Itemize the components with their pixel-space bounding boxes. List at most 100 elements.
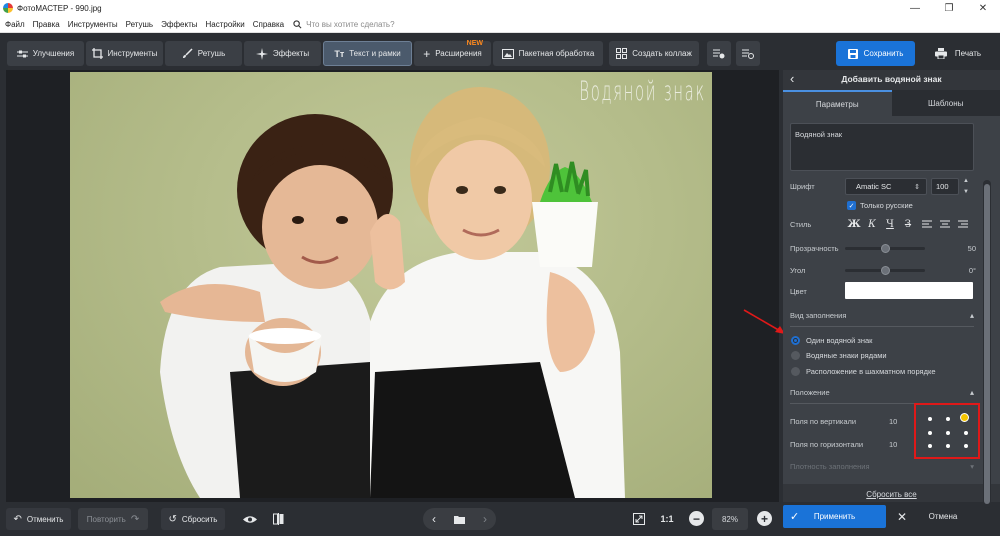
preview-toggle-button[interactable] — [238, 508, 262, 530]
radio-selected-icon[interactable] — [791, 336, 800, 345]
compare-settings-button[interactable] — [707, 41, 731, 66]
main-toolbar: Улучшения Инструменты Ретушь Эффекты Tт … — [0, 34, 1000, 70]
position-middle-right[interactable] — [964, 431, 968, 435]
undo-button[interactable]: ↶ Отменить — [6, 508, 71, 530]
fill-option-checkerboard[interactable]: Расположение в шахматном порядке — [791, 367, 936, 376]
density-label: Плотность заполнения — [790, 462, 870, 471]
redo-button[interactable]: Повторить ↷ — [78, 508, 148, 530]
align-right-icon[interactable] — [958, 220, 968, 229]
position-bottom-left[interactable] — [928, 444, 932, 448]
tab-improvements[interactable]: Улучшения — [7, 41, 84, 66]
tab-templates[interactable]: Шаблоны — [891, 90, 1000, 116]
align-center-icon[interactable] — [940, 220, 950, 229]
chevron-down-icon[interactable]: ▼ — [963, 189, 969, 195]
tab-extensions-label: Расширения — [435, 49, 482, 58]
image-stack-icon — [501, 48, 514, 59]
align-left-icon[interactable] — [922, 220, 932, 229]
previous-image-icon[interactable]: ‹ — [432, 512, 436, 526]
tab-extensions[interactable]: + Расширения NEW — [414, 40, 491, 66]
panel-scrollbar[interactable] — [983, 180, 991, 508]
chevron-up-icon[interactable]: ▲ — [963, 178, 969, 184]
menu-file[interactable]: Файл — [0, 20, 28, 29]
zoom-out-button[interactable]: − — [689, 511, 704, 526]
opacity-slider[interactable] — [845, 244, 925, 253]
tab-retouch[interactable]: Ретушь — [165, 41, 242, 66]
watermark-text-input[interactable]: Водяной знак — [790, 123, 974, 171]
font-size-stepper[interactable]: ▲ ▼ — [961, 178, 971, 195]
angle-slider[interactable] — [845, 266, 925, 275]
folder-icon[interactable] — [454, 515, 465, 524]
back-arrow-icon[interactable]: ‹ — [790, 72, 794, 85]
plus-icon: + — [760, 511, 768, 526]
position-top-right[interactable] — [960, 413, 969, 422]
angle-slider-knob[interactable] — [881, 266, 890, 275]
batch-processing-button[interactable]: Пакетная обработка — [493, 41, 603, 66]
position-section[interactable]: Положение ▴ — [790, 388, 974, 397]
font-select-value: Amatic SC — [856, 182, 892, 191]
checkbox-checked-icon[interactable]: ✓ — [847, 201, 856, 210]
reset-all-link[interactable]: Сбросить все — [783, 490, 1000, 499]
children-photo — [160, 87, 625, 498]
position-middle-center[interactable] — [946, 431, 950, 435]
next-image-icon[interactable]: › — [483, 512, 487, 526]
position-bottom-center[interactable] — [946, 444, 950, 448]
only-russian-option[interactable]: ✓ Только русские — [847, 201, 913, 210]
menu-effects[interactable]: Эффекты — [156, 20, 200, 29]
save-button[interactable]: Сохранить — [836, 41, 915, 66]
fill-option-rows[interactable]: Водяные знаки рядами — [791, 351, 887, 360]
menu-settings[interactable]: Настройки — [200, 20, 247, 29]
fit-screen-button[interactable] — [629, 508, 649, 530]
density-row: Плотность заполнения ▾ — [790, 462, 974, 471]
opacity-slider-knob[interactable] — [881, 244, 890, 253]
cancel-button[interactable]: ✕ Отмена — [890, 505, 996, 528]
undo-icon: ↶ — [13, 513, 22, 525]
position-top-left[interactable] — [928, 417, 932, 421]
position-middle-left[interactable] — [928, 431, 932, 435]
margin-vertical-value[interactable]: 10 — [889, 417, 897, 426]
compare-button[interactable] — [266, 508, 290, 530]
fill-option-single[interactable]: Один водяной знак — [791, 336, 872, 345]
radio-icon[interactable] — [791, 351, 800, 360]
italic-icon[interactable]: К — [865, 217, 879, 231]
color-swatch[interactable] — [845, 282, 973, 299]
tab-parameters[interactable]: Параметры — [783, 90, 892, 116]
photo-preview[interactable]: Водяной знак — [70, 72, 712, 498]
position-bottom-right[interactable] — [964, 444, 968, 448]
angle-value: 0° — [968, 266, 976, 275]
tab-tools[interactable]: Инструменты — [86, 41, 163, 66]
tab-text-frames[interactable]: Tт Текст и рамки — [323, 41, 412, 66]
reset-button[interactable]: ↺ Сбросить — [161, 508, 225, 530]
bold-icon[interactable]: Ж — [847, 217, 861, 231]
brush-icon — [182, 48, 193, 58]
apply-button[interactable]: ✓ Применить — [783, 505, 886, 528]
history-settings-button[interactable] — [736, 41, 760, 66]
maximize-button[interactable]: ❐ — [932, 0, 966, 16]
menu-edit[interactable]: Правка — [28, 20, 63, 29]
tab-effects[interactable]: Эффекты — [244, 41, 321, 66]
font-size-input[interactable]: 100 — [931, 178, 959, 195]
scrollbar-thumb[interactable] — [984, 184, 990, 504]
margin-horizontal-value[interactable]: 10 — [889, 440, 897, 449]
menu-help[interactable]: Справка — [248, 20, 287, 29]
zoom-in-button[interactable]: + — [757, 511, 772, 526]
panel-title: Добавить водяной знак — [841, 74, 942, 84]
menu-retouch[interactable]: Ретушь — [121, 20, 157, 29]
print-button[interactable]: Печать — [920, 41, 996, 66]
position-top-center[interactable] — [946, 417, 950, 421]
menu-search[interactable]: Что вы хотите сделать? — [293, 19, 395, 29]
search-placeholder: Что вы хотите сделать? — [306, 19, 395, 29]
minimize-button[interactable]: — — [898, 0, 932, 16]
menu-tools[interactable]: Инструменты — [63, 20, 121, 29]
zoom-level[interactable]: 82% — [712, 508, 748, 530]
create-collage-button[interactable]: Создать коллаж — [609, 41, 699, 66]
fill-type-section[interactable]: Вид заполнения ▴ — [790, 311, 974, 320]
fill-option-rows-label: Водяные знаки рядами — [806, 351, 887, 360]
close-button[interactable]: ✕ — [966, 0, 1000, 16]
radio-icon[interactable] — [791, 367, 800, 376]
actual-size-button[interactable]: 1:1 — [655, 508, 679, 530]
underline-icon[interactable]: Ч — [883, 217, 897, 231]
font-select[interactable]: Amatic SC ⇕ — [845, 178, 927, 195]
tab-improvements-label: Улучшения — [32, 49, 75, 58]
watermark-text[interactable]: Водяной знак — [580, 76, 706, 107]
strikethrough-icon[interactable]: З — [901, 217, 915, 231]
